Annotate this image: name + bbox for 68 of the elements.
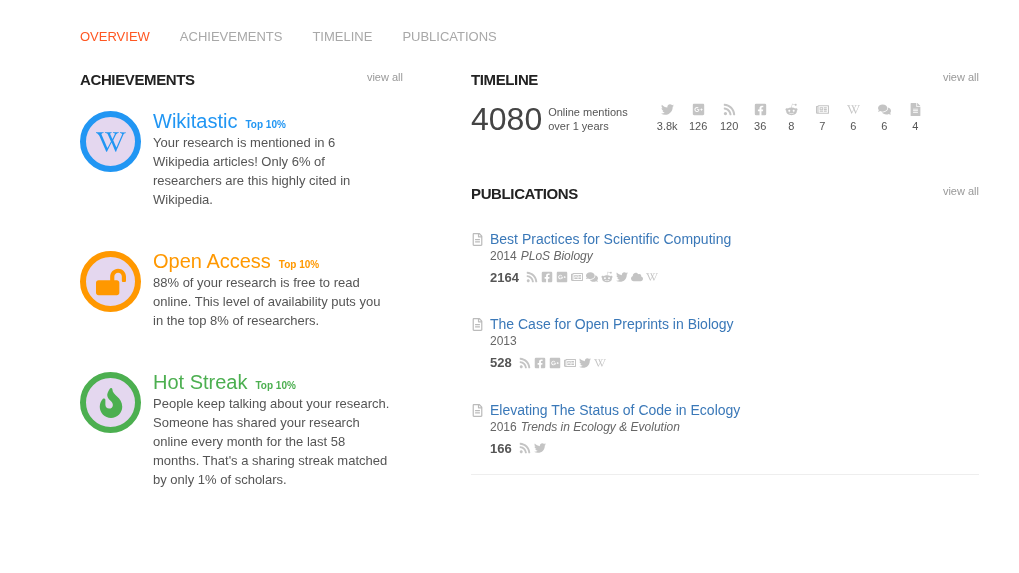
source-count: 120: [720, 119, 739, 135]
achievement-name: Wikitastic: [153, 109, 238, 133]
source-count: 6: [850, 119, 857, 135]
speech-bubbles-icon: [585, 271, 598, 284]
rss-icon: [722, 103, 736, 117]
publication-venue: Trends in Ecology & Evolution: [520, 418, 680, 436]
alien-icon: [600, 271, 613, 284]
view-all-link[interactable]: view all: [366, 68, 403, 85]
mention-count: 166: [490, 439, 512, 458]
cloud-icon: [630, 271, 643, 284]
section-title: PUBLICATIONS: [471, 184, 578, 204]
bird-icon: [615, 271, 628, 284]
publication-year: 2014: [490, 247, 517, 265]
source-count: 8: [788, 119, 795, 135]
publication-venue: PLoS Biology: [520, 247, 593, 265]
rss-icon: [525, 271, 538, 284]
section-title: ACHIEVEMENTS: [80, 69, 195, 90]
mentions-caption: Online mentions: [548, 105, 628, 119]
source-count: 36: [754, 119, 767, 135]
achievement-name: Hot Streak: [153, 370, 248, 394]
rss-icon: [518, 442, 531, 455]
w-icon: [846, 103, 860, 117]
tab[interactable]: TIMELINE: [312, 27, 373, 47]
publication-title[interactable]: Best Practices for Scientific Computing: [490, 229, 732, 248]
g-plus-icon: [555, 271, 568, 284]
tab[interactable]: OVERVIEW: [80, 27, 150, 47]
w-icon: [645, 271, 658, 284]
bird-icon: [533, 442, 546, 455]
mention-count: 528: [490, 354, 512, 372]
publication-title[interactable]: Elevating The Status of Code in Ecology: [490, 400, 741, 419]
view-all-link[interactable]: view all: [942, 68, 979, 85]
newspaper-icon: [570, 271, 583, 284]
g-plus-icon: [548, 356, 561, 369]
publication-year: 2016: [490, 418, 517, 436]
achievement-description: 88% of your research is free to read online. This level of availability puts you in the top 8% of researchers.: [153, 274, 382, 330]
source-count: 4: [912, 119, 919, 135]
g-plus-icon: [691, 103, 705, 117]
rank-label: Top 10%: [278, 258, 320, 272]
newspaper-icon: [563, 356, 576, 369]
document-icon: [471, 318, 484, 331]
document-icon: [471, 232, 484, 246]
mention-total: 4080: [471, 101, 543, 137]
alien-icon: [784, 103, 798, 117]
rank-label: Top 10%: [255, 379, 296, 393]
section-title: TIMELINE: [471, 69, 538, 90]
period-caption: over 1 years: [548, 119, 610, 133]
bird-icon: [660, 103, 674, 117]
newspaper-icon: [815, 103, 829, 117]
document-icon: [908, 103, 922, 117]
source-count: 3.8k: [656, 119, 678, 135]
mention-count: 2164: [490, 268, 519, 287]
source-count: 6: [881, 119, 888, 135]
publication-title[interactable]: The Case for Open Preprints in Biology: [490, 315, 734, 333]
document-icon: [471, 403, 484, 417]
achievement-description: People keep talking about your research. Someone has shared your research online every month for the last 58 months. That's a sharing streak matched by only 1% of scholars.: [153, 395, 391, 489]
achievement-name: Open Access: [153, 249, 271, 273]
tab[interactable]: PUBLICATIONS: [402, 27, 497, 47]
source-count: 126: [689, 119, 708, 135]
rank-label: Top 10%: [245, 118, 286, 132]
publication-year: 2013: [490, 333, 517, 350]
w-icon: [593, 356, 606, 369]
view-all-link[interactable]: view all: [942, 183, 979, 200]
rss-icon: [518, 356, 531, 369]
bird-icon: [578, 356, 591, 369]
achievement-description: Your research is mentioned in 6 Wikipedia articles! Only 6% of researchers are this highly cited in Wikipedia.: [153, 134, 352, 209]
speech-bubbles-icon: [877, 103, 891, 117]
tab[interactable]: ACHIEVEMENTS: [179, 27, 283, 47]
source-count: 7: [819, 119, 826, 135]
